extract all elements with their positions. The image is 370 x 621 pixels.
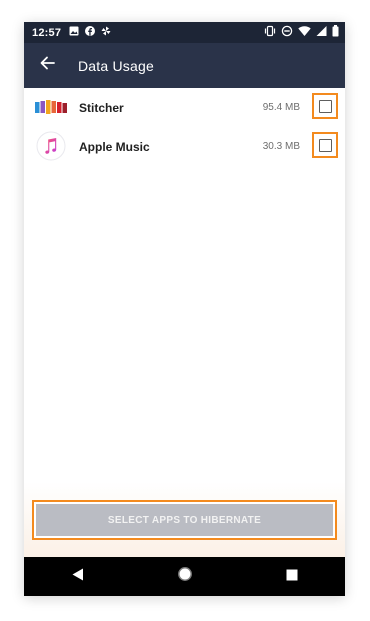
battery-icon (332, 25, 339, 40)
wifi-icon (298, 25, 311, 40)
select-checkbox-apple-music[interactable] (312, 132, 338, 158)
app-name: Apple Music (79, 139, 150, 154)
page-title: Data Usage (78, 57, 154, 74)
app-size: 30.3 MB (262, 141, 300, 152)
list-item: Stitcher 95.4 MB (24, 88, 345, 127)
status-notification-icons (69, 26, 111, 39)
facebook-icon (85, 26, 96, 39)
system-nav-bar (24, 557, 345, 596)
do-not-disturb-icon (281, 25, 293, 40)
image-icon (69, 26, 79, 39)
hibernate-button-highlight: SELECT APPS TO HIBERNATE (32, 500, 337, 540)
checkbox (318, 99, 332, 113)
app-bar: Data Usage (24, 43, 345, 88)
status-time: 12:57 (32, 26, 62, 39)
list-item: Apple Music 30.3 MB (24, 127, 345, 166)
vibrate-icon (264, 25, 276, 40)
nav-recents-icon (286, 568, 298, 586)
nav-home-button[interactable] (165, 562, 205, 592)
back-button[interactable] (36, 55, 58, 77)
arrow-left-icon (39, 55, 55, 76)
app-size: 95.4 MB (262, 102, 300, 113)
signal-icon (316, 25, 327, 40)
app-list: Stitcher 95.4 MB Apple Music 30.3 MB (24, 88, 345, 166)
nav-home-icon (177, 566, 193, 587)
phone-screen: 12:57 Data Usage Stitcher 95.4 MB Apple … (24, 22, 345, 596)
select-checkbox-stitcher[interactable] (312, 93, 338, 119)
nav-recents-button[interactable] (272, 562, 312, 592)
select-apps-to-hibernate-button[interactable]: SELECT APPS TO HIBERNATE (36, 504, 333, 536)
apple-music-icon (34, 131, 68, 161)
pinwheel-icon (101, 26, 111, 39)
checkbox (318, 138, 332, 152)
nav-back-icon (72, 568, 84, 586)
status-system-icons (264, 25, 339, 40)
stitcher-icon (34, 92, 68, 122)
status-bar: 12:57 (24, 22, 345, 43)
app-name: Stitcher (79, 100, 124, 115)
nav-back-button[interactable] (58, 562, 98, 592)
